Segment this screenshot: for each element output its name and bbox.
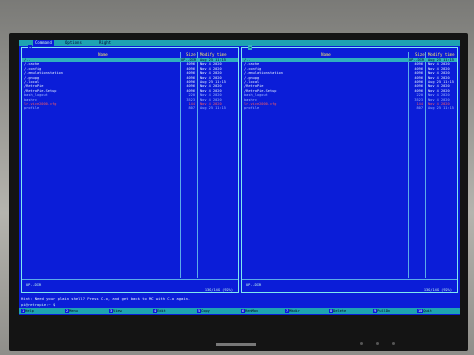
menu-command[interactable]: Command [33,40,54,46]
right-free-space: 13G/14G (92%) [422,288,453,292]
menu-button-icon [376,342,379,345]
fkey-label: RenMov [245,309,259,313]
column-size[interactable]: Size [415,52,425,57]
fkey-delete[interactable]: 8Delete [329,308,346,314]
right-panel-path: ~ [248,45,253,50]
file-row[interactable]: profile 807 Aug 25 11:15 [22,106,238,110]
menu-options[interactable]: Options [65,40,82,46]
fkey-renmov[interactable]: 6RenMov [241,308,258,314]
column-mtime[interactable]: Modify time [428,52,455,57]
column-mtime[interactable]: Modify time [200,52,227,57]
file-name: profile [24,106,40,111]
fkey-label: View [113,309,122,313]
right-file-panel[interactable]: ~ Name Size Modify time /.. UP--DIR Aug 25… [241,45,458,293]
hint-line: Hint: Need your plain shell? Press C-o, … [21,296,191,301]
fkey-help[interactable]: 1Help [21,308,34,314]
panel-divider [22,279,238,280]
input-button-icon [392,342,395,345]
left-panel-header: Name Size Modify time [22,52,238,57]
panel-divider [242,279,457,280]
file-row[interactable]: profile 807 Aug 25 11:15 [242,106,457,110]
menu-bar: Command Options Right [19,40,460,46]
fkey-label: Help [25,309,34,313]
fkey-pulldn[interactable]: 9PullDn [373,308,390,314]
fkey-edit[interactable]: 4Edit [153,308,166,314]
shell-prompt[interactable]: pi@retropie:~ $ [21,302,55,307]
fkey-label: Menu [69,309,78,313]
fkey-label: Delete [333,309,347,313]
function-key-bar: 1Help 2Menu 3View 4Edit 5Copy 6RenMov 7M… [19,308,460,314]
fkey-copy[interactable]: 5Copy [197,308,210,314]
column-size[interactable]: Size [186,52,196,57]
file-mtime: Aug 25 11:15 [428,106,454,111]
left-file-list: /.. UP--DIR Aug 25 11:15/.cache 4096 Nov 4 2… [22,58,238,111]
fkey-label: PullDn [377,309,391,313]
fkey-label: Edit [157,309,166,313]
left-mini-status: UP--DIR [26,283,42,287]
right-mini-status: UP--DIR [246,283,262,287]
left-panel-path: ~ [28,45,33,50]
fkey-label: Copy [201,309,210,313]
file-mtime: Aug 25 11:15 [200,106,226,111]
left-free-space: 13G/14G (92%) [203,288,234,292]
column-name[interactable]: Name [242,52,410,57]
right-file-list: /.. UP--DIR Aug 25 11:15/.cache 4096 Nov 4 2… [242,58,457,111]
left-file-panel[interactable]: ~ Name Size Modify time /.. UP--DIR Aug 25… [21,45,239,293]
power-led-icon [360,342,363,345]
fkey-label: Mkdir [289,309,300,313]
menu-right[interactable]: Right [99,40,111,46]
fkey-label: Quit [423,309,432,313]
midnight-commander-screen: Command Options Right ~ Name Size Modify… [19,40,460,315]
fkey-quit[interactable]: 10Quit [417,308,432,314]
fkey-mkdir[interactable]: 7Mkdir [285,308,300,314]
file-name: profile [244,106,260,111]
monitor-logo [216,343,256,346]
file-size: 807 [416,106,424,111]
fkey-menu[interactable]: 2Menu [65,308,78,314]
fkey-view[interactable]: 3View [109,308,122,314]
file-size: 807 [188,106,196,111]
column-name[interactable]: Name [22,52,184,57]
